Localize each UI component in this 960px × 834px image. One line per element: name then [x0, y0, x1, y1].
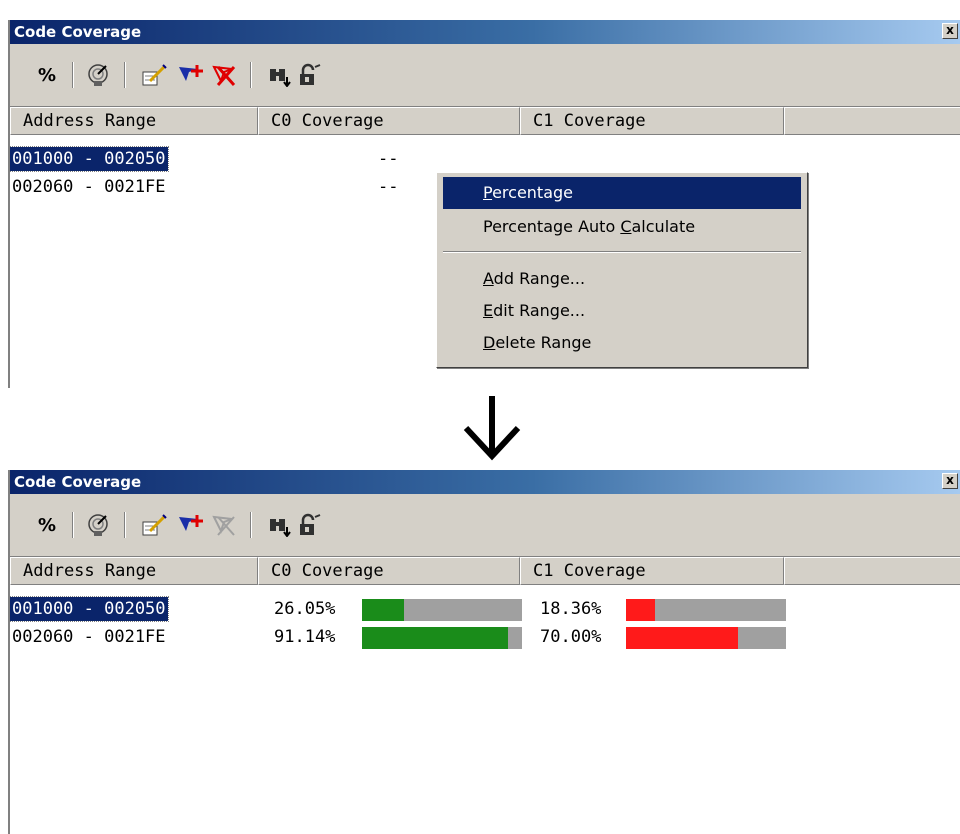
- down-arrow-icon: [463, 396, 521, 461]
- c0-coverage-fill: [362, 627, 508, 649]
- toolbar: %: [10, 52, 960, 96]
- column-header-c0-coverage[interactable]: C0 Coverage: [258, 107, 520, 135]
- percent-button[interactable]: %: [36, 62, 58, 88]
- c1-coverage-fill: [626, 599, 656, 621]
- toolbar-separator: [250, 62, 252, 88]
- table-row-address[interactable]: 002060 - 0021FE: [12, 175, 166, 199]
- edit-range-button[interactable]: [140, 62, 168, 88]
- column-header-c1-coverage[interactable]: C1 Coverage: [520, 107, 784, 135]
- toolbar: %: [10, 502, 960, 546]
- menu-item-add-range[interactable]: Add Range...: [443, 263, 801, 295]
- column-header-c0-coverage[interactable]: C0 Coverage: [258, 557, 520, 585]
- c1-percent-label: 18.36%: [540, 599, 602, 619]
- column-header-address-range[interactable]: Address Range: [10, 557, 258, 585]
- edit-range-icon: [142, 64, 167, 86]
- menu-item-label: Delete Range: [483, 333, 592, 352]
- table-row-address[interactable]: 002060 - 0021FE: [12, 625, 166, 649]
- delete-range-icon: [212, 65, 236, 86]
- toolbar-separator: [124, 62, 126, 88]
- percent-button[interactable]: %: [36, 512, 58, 538]
- toolbar-separator: [250, 512, 252, 538]
- menu-item-label: Percentage: [483, 183, 574, 202]
- column-header-c1-coverage[interactable]: C1 Coverage: [520, 557, 784, 585]
- menu-item-label: Add Range...: [483, 269, 586, 288]
- find-button[interactable]: [266, 512, 292, 538]
- column-header-address-range[interactable]: Address Range: [10, 107, 258, 135]
- c0-coverage-fill: [362, 599, 404, 621]
- menu-item-label: Edit Range...: [483, 301, 586, 320]
- table-row-c0: --: [378, 149, 399, 169]
- add-range-icon: [179, 65, 203, 81]
- percent-icon: %: [37, 514, 57, 536]
- coverage-table: Address Range C0 Coverage C1 Coverage 00…: [10, 556, 960, 834]
- add-range-button[interactable]: [176, 512, 204, 538]
- edit-range-icon: [142, 514, 167, 536]
- c0-percent-label: 26.05%: [274, 599, 336, 619]
- table-row-c0: --: [378, 177, 399, 197]
- close-button[interactable]: x: [942, 23, 958, 39]
- add-range-icon: [179, 515, 203, 531]
- menu-item-delete-range[interactable]: Delete Range: [443, 327, 801, 359]
- find-icon: [270, 69, 291, 87]
- title-bar[interactable]: Code Coverage x: [10, 470, 960, 494]
- c0-percent-label: 91.14%: [274, 627, 336, 647]
- menu-item-edit-range[interactable]: Edit Range...: [443, 295, 801, 327]
- column-header-empty: [784, 107, 960, 135]
- column-header-empty: [784, 557, 960, 585]
- menu-separator: [443, 251, 801, 253]
- c0-coverage-bar: [362, 627, 522, 649]
- window-title: Code Coverage: [14, 473, 142, 491]
- c0-coverage-bar: [362, 599, 522, 621]
- delete-range-button[interactable]: [210, 512, 238, 538]
- radar-icon: [88, 64, 108, 86]
- menu-item-label: Percentage Auto Calculate: [483, 217, 696, 236]
- delete-range-button[interactable]: [210, 62, 238, 88]
- table-row-address[interactable]: 001000 - 002050: [10, 146, 169, 172]
- c1-coverage-fill: [626, 627, 738, 649]
- delete-range-icon: [212, 515, 235, 536]
- toolbar-separator: [124, 512, 126, 538]
- menu-item-percentage-auto-calculate[interactable]: Percentage Auto Calculate: [443, 211, 801, 243]
- table-row-address[interactable]: 001000 - 002050: [10, 596, 169, 622]
- code-coverage-window-top: Code Coverage x % Address Range C0 Cover…: [8, 20, 960, 388]
- code-coverage-window-bottom: Code Coverage x % Address Range C0 Cover…: [8, 470, 960, 834]
- percent-icon: %: [37, 64, 57, 86]
- toolbar-separator: [72, 512, 74, 538]
- lock-button[interactable]: [296, 62, 322, 88]
- lock-button[interactable]: [296, 512, 322, 538]
- lock-icon: [300, 63, 321, 85]
- lock-icon: [300, 513, 321, 535]
- radar-icon: [88, 514, 108, 536]
- edit-range-button[interactable]: [140, 512, 168, 538]
- menu-item-percentage[interactable]: Percentage: [443, 177, 801, 209]
- toolbar-separator: [72, 62, 74, 88]
- radar-button[interactable]: [84, 512, 112, 538]
- c1-coverage-bar: [626, 599, 786, 621]
- title-bar[interactable]: Code Coverage x: [10, 20, 960, 44]
- close-button[interactable]: x: [942, 473, 958, 489]
- context-menu: Percentage Percentage Auto Calculate Add…: [436, 172, 808, 368]
- radar-button[interactable]: [84, 62, 112, 88]
- find-icon: [270, 519, 291, 537]
- window-title: Code Coverage: [14, 23, 142, 41]
- c1-coverage-bar: [626, 627, 786, 649]
- add-range-button[interactable]: [176, 62, 204, 88]
- find-button[interactable]: [266, 62, 292, 88]
- c1-percent-label: 70.00%: [540, 627, 602, 647]
